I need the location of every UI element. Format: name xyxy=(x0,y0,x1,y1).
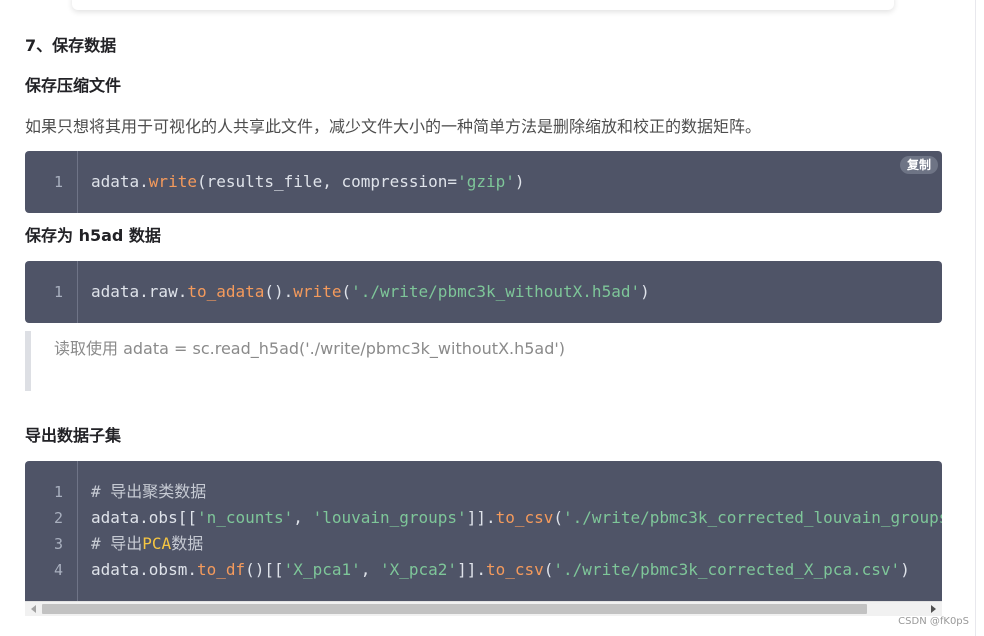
code-token: to_csv xyxy=(485,560,544,579)
code-token: ) xyxy=(640,282,650,301)
scroll-right-arrow-icon[interactable] xyxy=(931,605,936,613)
code-token: './write/pbmc3k_corrected_X_pca.csv' xyxy=(553,560,901,579)
code-block-h5ad[interactable]: 1 adata.raw.to_adata().write('./write/pbm… xyxy=(25,261,942,323)
code-token: ( xyxy=(341,282,352,301)
code-token: ( xyxy=(543,560,554,579)
code-text: # 导出聚类数据 xyxy=(91,479,206,505)
code-token: # 导出聚类数据 xyxy=(91,482,207,501)
code-token: to_df xyxy=(196,560,246,579)
code-line: 2 adata.obs[['n_counts', 'louvain_groups'… xyxy=(25,505,942,531)
blockquote: 读取使用 adata = sc.read_h5ad('./write/pbmc3… xyxy=(25,331,942,391)
code-horizontal-scrollbar[interactable] xyxy=(25,601,942,616)
code-token: ()[[ xyxy=(245,560,284,579)
code-token: 数据 xyxy=(171,534,204,553)
code-token: write xyxy=(148,172,197,191)
code-token: ) xyxy=(514,172,525,191)
line-number: 4 xyxy=(53,561,63,579)
code-text: # 导出PCA数据 xyxy=(91,531,203,557)
code-block-compress[interactable]: 1 adata.write(results_file, compression='… xyxy=(25,151,942,213)
code-token: 'n_counts' xyxy=(196,508,294,527)
code-token: , xyxy=(293,508,313,527)
code-token: adata.obs[[ xyxy=(91,508,197,527)
code-token: ) xyxy=(900,560,910,579)
code-token: ]]. xyxy=(466,508,496,527)
code-token: , xyxy=(360,560,380,579)
content-right-border xyxy=(975,0,976,636)
code-token: PCA xyxy=(142,534,172,553)
code-block-export[interactable]: 1 # 导出聚类数据 2 adata.obs[['n_counts', 'louvai… xyxy=(25,461,942,601)
code-token: './write/pbmc3k_withoutX.h5ad' xyxy=(351,282,641,301)
code-token: write xyxy=(293,282,342,301)
code-line: 1 # 导出聚类数据 xyxy=(25,479,942,505)
previous-card-edge xyxy=(72,0,894,10)
subsection-title-export: 导出数据子集 xyxy=(25,426,122,445)
code-text: adata.obs[['n_counts', 'louvain_groups']… xyxy=(91,505,942,531)
code-token: 'X_pca1' xyxy=(283,560,361,579)
line-number: 2 xyxy=(53,509,63,527)
code-token: './write/pbmc3k_corrected_louvain_groups… xyxy=(563,508,942,527)
blockquote-text: 读取使用 adata = sc.read_h5ad('./write/pbmc3… xyxy=(54,339,566,358)
subsection-title-h5ad: 保存为 h5ad 数据 xyxy=(25,226,161,245)
code-text: adata.obsm.to_df()[['X_pca1', 'X_pca2']]… xyxy=(91,557,910,583)
code-lines: 1 adata.write(results_file, compression='… xyxy=(25,169,942,195)
code-line: 1 adata.raw.to_adata().write('./write/pbm… xyxy=(25,279,942,305)
copy-button[interactable]: 复制 xyxy=(899,156,938,174)
code-token: 'gzip' xyxy=(457,172,515,191)
code-text: adata.raw.to_adata().write('./write/pbmc… xyxy=(91,279,650,305)
code-token: # 导出 xyxy=(91,534,143,553)
code-line: 4 adata.obsm.to_df()[['X_pca1', 'X_pca2']… xyxy=(25,557,942,583)
code-token: 'X_pca2' xyxy=(380,560,458,579)
code-token: ]]. xyxy=(457,560,486,579)
code-token: adata. xyxy=(91,172,149,191)
subsection-title-compress: 保存压缩文件 xyxy=(25,76,122,95)
code-token: (). xyxy=(264,282,294,301)
description-text: 如果只想将其用于可视化的人共享此文件，减少文件大小的一种简单方法是删除缩放和校正… xyxy=(25,117,762,136)
code-lines: 1 adata.raw.to_adata().write('./write/pbm… xyxy=(25,279,942,305)
code-line: 1 adata.write(results_file, compression='… xyxy=(25,169,942,195)
code-token: 'louvain_groups' xyxy=(312,508,467,527)
code-token: to_csv xyxy=(495,508,554,527)
section-title: 7、保存数据 xyxy=(25,36,117,55)
code-token: adata.raw. xyxy=(91,282,188,301)
code-lines: 1 # 导出聚类数据 2 adata.obs[['n_counts', 'louvai… xyxy=(25,479,942,583)
code-token: (results_file, compression= xyxy=(196,172,458,191)
code-token: ( xyxy=(553,508,564,527)
scroll-left-arrow-icon[interactable] xyxy=(31,605,36,613)
scrollbar-thumb[interactable] xyxy=(42,604,867,614)
line-number: 1 xyxy=(53,173,63,191)
watermark: CSDN @fK0pS xyxy=(898,616,969,627)
code-text: adata.write(results_file, compression='g… xyxy=(91,169,525,195)
line-number: 3 xyxy=(53,535,63,553)
line-number: 1 xyxy=(53,483,63,501)
code-line: 3 # 导出PCA数据 xyxy=(25,531,942,557)
code-token: adata.obsm. xyxy=(91,560,197,579)
code-token: to_adata xyxy=(187,282,265,301)
line-number: 1 xyxy=(53,283,63,301)
